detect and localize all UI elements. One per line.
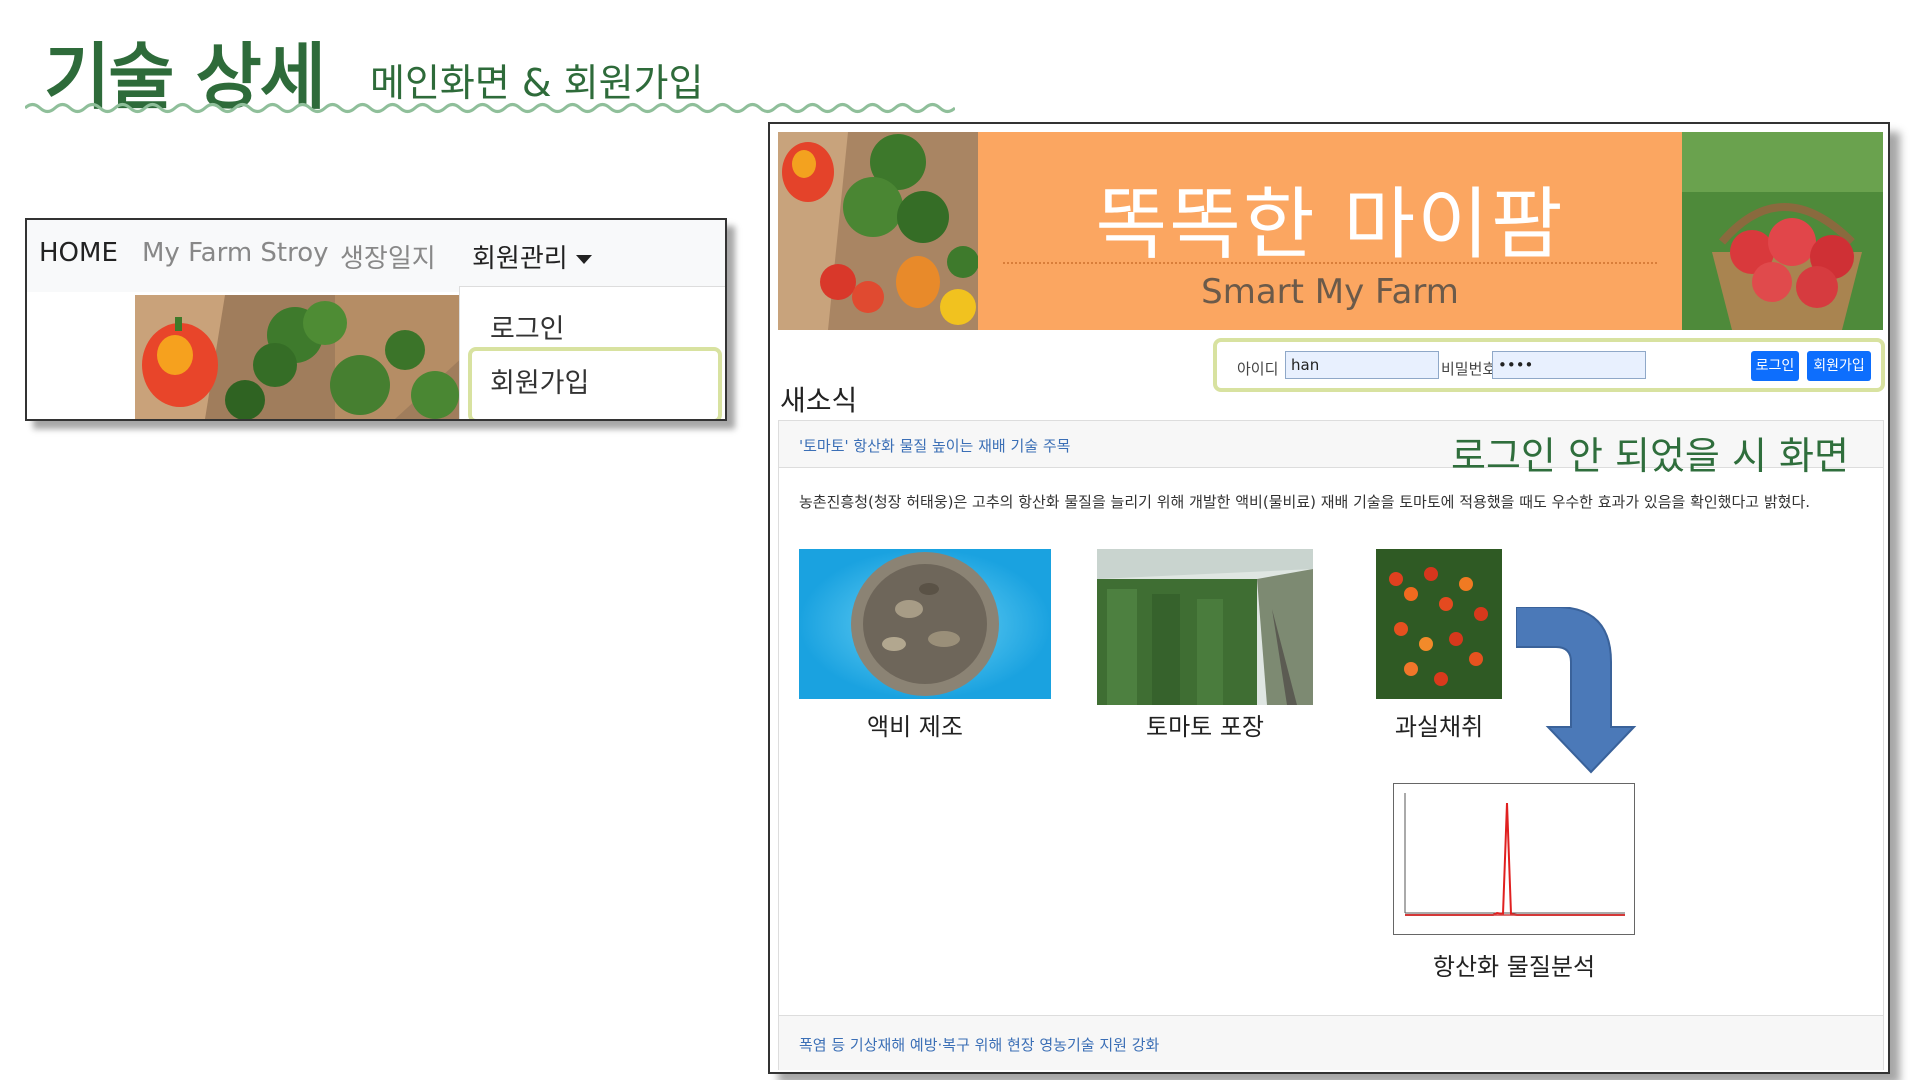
banner-title: 똑똑한 마이팜 [1095, 180, 1565, 270]
nav-home[interactable]: HOME [39, 238, 118, 268]
password-input[interactable] [1492, 351, 1646, 379]
vegetables-banner-image [778, 132, 978, 330]
fruit-harvest-photo [1376, 549, 1502, 699]
slide-subtitle: 메인화면 & 회원가입 [370, 61, 704, 105]
member-dropdown-menu: 로그인 회원가입 [459, 286, 725, 419]
banner-subtitle: Smart My Farm [1201, 272, 1459, 312]
curved-arrow-icon [1516, 607, 1637, 774]
caption-antioxidant-analysis: 항산화 물질분석 [1432, 953, 1596, 981]
caption-liquid-fertilizer: 액비 제조 [867, 713, 963, 741]
navbar-screenshot: HOME My Farm Stroy 생장일지 회원관리 로그인 회원가입 [25, 218, 727, 421]
news-card-footer: 폭염 등 기상재해 예방·복구 위해 현장 영농기술 지원 강화 [779, 1015, 1883, 1070]
nav-my-farm-story[interactable]: My Farm Stroy [142, 238, 329, 268]
caption-tomato-field: 토마토 포장 [1145, 713, 1265, 741]
nav-member-label: 회원관리 [472, 244, 568, 274]
main-page-screenshot: 똑똑한 마이팜 Smart My Farm 아이디 비밀번호 로그인 회원가입 … [768, 122, 1890, 1074]
news-body-text: 농촌진흥청(청장 허태웅)은 고추의 항산화 물질을 늘리기 위해 개발한 액비… [799, 493, 1811, 511]
liquid-fertilizer-photo [799, 549, 1051, 699]
annotation-logged-out: 로그인 안 되었을 시 화면 [1451, 434, 1849, 478]
nav-member-management[interactable]: 회원관리 [472, 238, 592, 275]
site-banner: 똑똑한 마이팜 Smart My Farm [778, 132, 1883, 330]
news-card-header: '토마토' 항산화 물질 높이는 재배 기술 주목 로그인 안 되었을 시 화면 [779, 421, 1883, 478]
next-news-link[interactable]: 폭염 등 기상재해 예방·복구 위해 현장 영농기술 지원 강화 [799, 1034, 1159, 1055]
signup-button[interactable]: 회원가입 [1807, 351, 1871, 381]
news-headline-link[interactable]: '토마토' 항산화 물질 높이는 재배 기술 주목 [799, 435, 1070, 456]
navbar: HOME My Farm Stroy 생장일지 회원관리 [27, 220, 725, 292]
caption-fruit-harvest: 과실채취 [1394, 713, 1484, 741]
id-input[interactable] [1285, 351, 1439, 379]
signup-highlight [468, 347, 722, 419]
chevron-down-icon [575, 255, 592, 264]
antioxidant-analysis-graph [1393, 783, 1635, 935]
wavy-underline [25, 103, 955, 113]
news-section-title: 새소식 [780, 384, 858, 417]
login-form: 아이디 비밀번호 로그인 회원가입 [1213, 338, 1885, 392]
id-label: 아이디 [1237, 360, 1279, 378]
tomato-basket-image [1682, 132, 1883, 330]
banner-divider [1003, 262, 1657, 264]
vegetables-image [135, 295, 465, 419]
dropdown-item-login[interactable]: 로그인 [490, 307, 565, 346]
banner-title-area: 똑똑한 마이팜 Smart My Farm [978, 132, 1682, 330]
login-button[interactable]: 로그인 [1751, 351, 1799, 381]
password-label: 비밀번호 [1441, 360, 1497, 378]
news-card: '토마토' 항산화 물질 높이는 재배 기술 주목 로그인 안 되었을 시 화면… [778, 420, 1884, 1070]
tomato-field-photo [1097, 549, 1313, 705]
nav-growth-diary[interactable]: 생장일지 [340, 238, 436, 275]
